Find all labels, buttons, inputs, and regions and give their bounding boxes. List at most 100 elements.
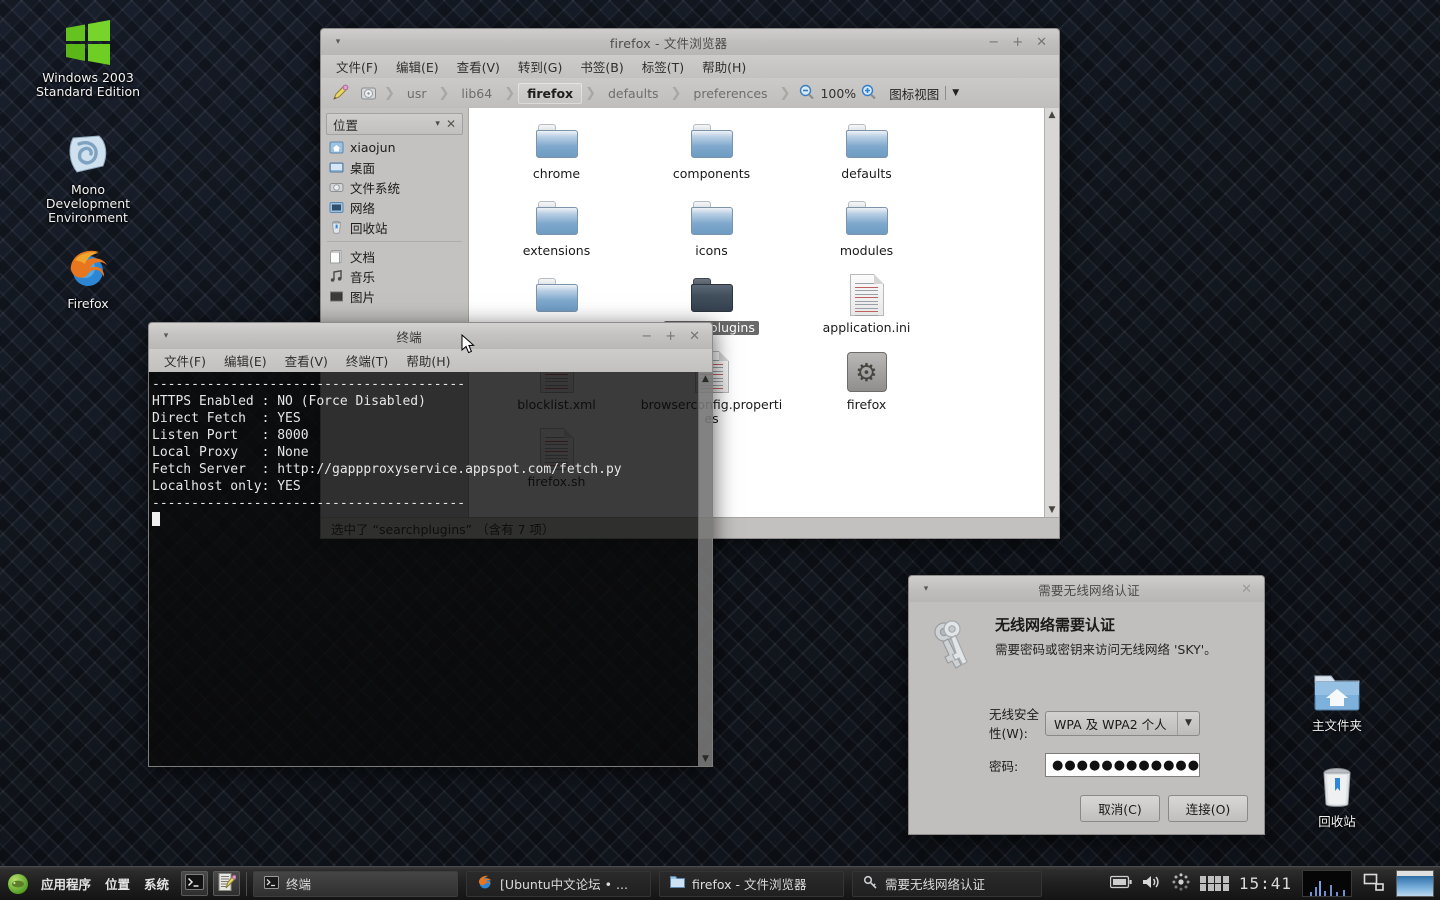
menu-bookmarks[interactable]: 书签(B) (571, 57, 632, 76)
window-menu-icon[interactable]: ▾ (915, 584, 937, 594)
taskbar-window-wifi-auth[interactable]: 需要无线网络认证 (852, 870, 1043, 897)
file-view-scrollbar[interactable]: ▲ ▼ (1044, 108, 1059, 517)
file-item-components[interactable]: components (634, 118, 789, 195)
cancel-button[interactable]: 取消(C) (1080, 795, 1160, 822)
close-button[interactable]: ✕ (1036, 36, 1047, 49)
documents-icon (329, 249, 344, 264)
volume-icon[interactable] (1142, 874, 1162, 893)
scroll-down-icon[interactable]: ▼ (1049, 503, 1056, 517)
workspace-switcher-icon[interactable] (1200, 875, 1229, 892)
file-item-icons[interactable]: icons (634, 195, 789, 272)
wifi-dialog-titlebar[interactable]: ▾ 需要无线网络认证 ✕ (908, 575, 1265, 602)
security-select[interactable]: WPA 及 WPA2 个人 ▼ (1045, 710, 1200, 736)
taskbar-window-firefox-browser[interactable]: [Ubuntu中文论坛 • ... (466, 870, 652, 897)
minimize-button[interactable]: − (641, 330, 652, 343)
close-button[interactable]: ✕ (1241, 583, 1252, 596)
close-sidebar-icon[interactable]: ✕ (446, 117, 456, 131)
file-item-defaults[interactable]: defaults (789, 118, 944, 195)
menu-file[interactable]: 文件(F) (327, 57, 387, 76)
places-header[interactable]: 位置 ▾ ✕ (326, 113, 463, 135)
zoom-in-icon[interactable] (861, 84, 877, 103)
pencil-icon[interactable] (327, 81, 353, 105)
harddisk-icon[interactable] (355, 81, 381, 105)
terminal-scrollbar[interactable]: ▲ ▼ (698, 372, 712, 766)
breadcrumb-lib64[interactable]: lib64 (452, 83, 501, 104)
scroll-down-icon[interactable]: ▼ (702, 752, 709, 766)
music-icon (329, 269, 344, 284)
wifi-auth-dialog[interactable]: ▾ 需要无线网络认证 ✕ 无线网络需要认证 需要密码或密钥来访问无线网络 'SK… (908, 575, 1265, 835)
desktop-icon-mono[interactable]: Mono Development Environment (30, 126, 146, 225)
file-item-modules[interactable]: modules (789, 195, 944, 272)
window-menu-icon[interactable]: ▾ (155, 331, 177, 341)
file-item-application-ini[interactable]: application.ini (789, 272, 944, 349)
terminal-titlebar[interactable]: ▾ 终端 − + ✕ (148, 322, 713, 349)
window-thumbnail-icon[interactable] (1396, 870, 1434, 897)
menu-system[interactable]: 系统 (137, 874, 176, 893)
system-tray[interactable]: 15:41 (1110, 870, 1440, 897)
menu-edit[interactable]: 编辑(E) (215, 351, 276, 370)
connect-button[interactable]: 连接(O) (1168, 795, 1248, 822)
menu-help[interactable]: 帮助(H) (693, 57, 755, 76)
menu-help[interactable]: 帮助(H) (397, 351, 459, 370)
battery-icon[interactable] (1110, 875, 1133, 892)
taskbar-window-terminal[interactable]: 终端 (253, 870, 459, 897)
chevron-down-icon[interactable]: ▼ (1177, 711, 1199, 735)
file-manager-titlebar[interactable]: ▾ firefox - 文件浏览器 − + ✕ (320, 28, 1060, 55)
menu-applications[interactable]: 应用程序 (34, 874, 98, 893)
breadcrumb-usr[interactable]: usr (398, 83, 436, 104)
system-monitor-icon[interactable] (1302, 870, 1352, 897)
file-item-firefox-exe[interactable]: ⚙ firefox (789, 349, 944, 426)
place-network[interactable]: 网络 (321, 197, 468, 217)
breadcrumb-firefox[interactable]: firefox (518, 82, 583, 104)
place-trash[interactable]: 回收站 (321, 217, 468, 237)
desktop-icon-windows2003[interactable]: Windows 2003 Standard Edition (30, 14, 146, 99)
terminal-menubar[interactable]: 文件(F) 编辑(E) 查看(V) 终端(T) 帮助(H) (148, 349, 713, 372)
desktop-icon-firefox[interactable]: Firefox (30, 240, 146, 311)
menu-view[interactable]: 查看(V) (276, 351, 337, 370)
scroll-up-icon[interactable]: ▲ (1049, 108, 1056, 122)
menu-go[interactable]: 转到(G) (509, 57, 571, 76)
maximize-button[interactable]: + (665, 330, 676, 343)
minimize-button[interactable]: − (988, 36, 999, 49)
chevron-down-icon[interactable]: ▼ (952, 88, 959, 98)
scroll-up-icon[interactable]: ▲ (702, 372, 709, 386)
terminal-launcher-button[interactable] (181, 871, 209, 896)
menu-edit[interactable]: 编辑(E) (387, 57, 448, 76)
menu-file[interactable]: 文件(F) (155, 351, 215, 370)
file-item-chrome[interactable]: chrome (479, 118, 634, 195)
window-menu-icon[interactable]: ▾ (327, 37, 349, 47)
breadcrumb-preferences[interactable]: preferences (684, 83, 776, 104)
taskbar[interactable]: 应用程序 位置 系统 终端 [Ubuntu中文论坛 • ... firefox … (0, 866, 1440, 900)
file-manager-menubar[interactable]: 文件(F) 编辑(E) 查看(V) 转到(G) 书签(B) 标签(T) 帮助(H… (320, 55, 1060, 78)
network-connecting-icon[interactable] (1172, 873, 1190, 894)
view-mode-selector[interactable]: 图标视图 ▼ (889, 84, 959, 103)
menu-view[interactable]: 查看(V) (448, 57, 509, 76)
taskbar-window-file-manager[interactable]: firefox - 文件浏览器 (659, 870, 845, 897)
text-editor-launcher-button[interactable] (213, 871, 241, 896)
desktop-icon-home-folder[interactable]: 主文件夹 (1279, 662, 1395, 733)
clock[interactable]: 15:41 (1239, 874, 1292, 893)
terminal-window[interactable]: ▾ 终端 − + ✕ 文件(F) 编辑(E) 查看(V) 终端(T) 帮助(H)… (148, 322, 713, 767)
menu-terminal[interactable]: 终端(T) (337, 351, 397, 370)
place-music[interactable]: 音乐 (321, 266, 468, 286)
file-item-extensions[interactable]: extensions (479, 195, 634, 272)
place-pictures[interactable]: 图片 (321, 286, 468, 306)
place-documents[interactable]: 文档 (321, 246, 468, 266)
maximize-button[interactable]: + (1012, 36, 1023, 49)
terminal-output-area[interactable]: ----------------------------------------… (149, 372, 698, 766)
desktop-icon-trash[interactable]: 回收站 (1279, 758, 1395, 829)
place-desktop[interactable]: 桌面 (321, 157, 468, 177)
password-input[interactable]: ●●●●●●●●●●●●●●●●● (1045, 753, 1200, 777)
menu-tabs[interactable]: 标签(T) (633, 57, 693, 76)
zoom-out-icon[interactable] (799, 84, 815, 103)
terminal-body[interactable]: ----------------------------------------… (148, 372, 713, 767)
chevron-down-icon[interactable]: ▾ (435, 119, 440, 129)
breadcrumb-defaults[interactable]: defaults (599, 83, 668, 104)
applications-menu-logo-icon[interactable] (8, 873, 28, 894)
place-xiaojun[interactable]: xiaojun (321, 137, 468, 157)
show-desktop-icon[interactable] (1362, 871, 1386, 896)
place-filesystem[interactable]: 文件系统 (321, 177, 468, 197)
close-button[interactable]: ✕ (689, 330, 700, 343)
menu-places[interactable]: 位置 (98, 874, 137, 893)
path-bar[interactable]: ❯ usr ❯ lib64 ❯ firefox ❯ defaults ❯ pre… (321, 78, 1059, 108)
